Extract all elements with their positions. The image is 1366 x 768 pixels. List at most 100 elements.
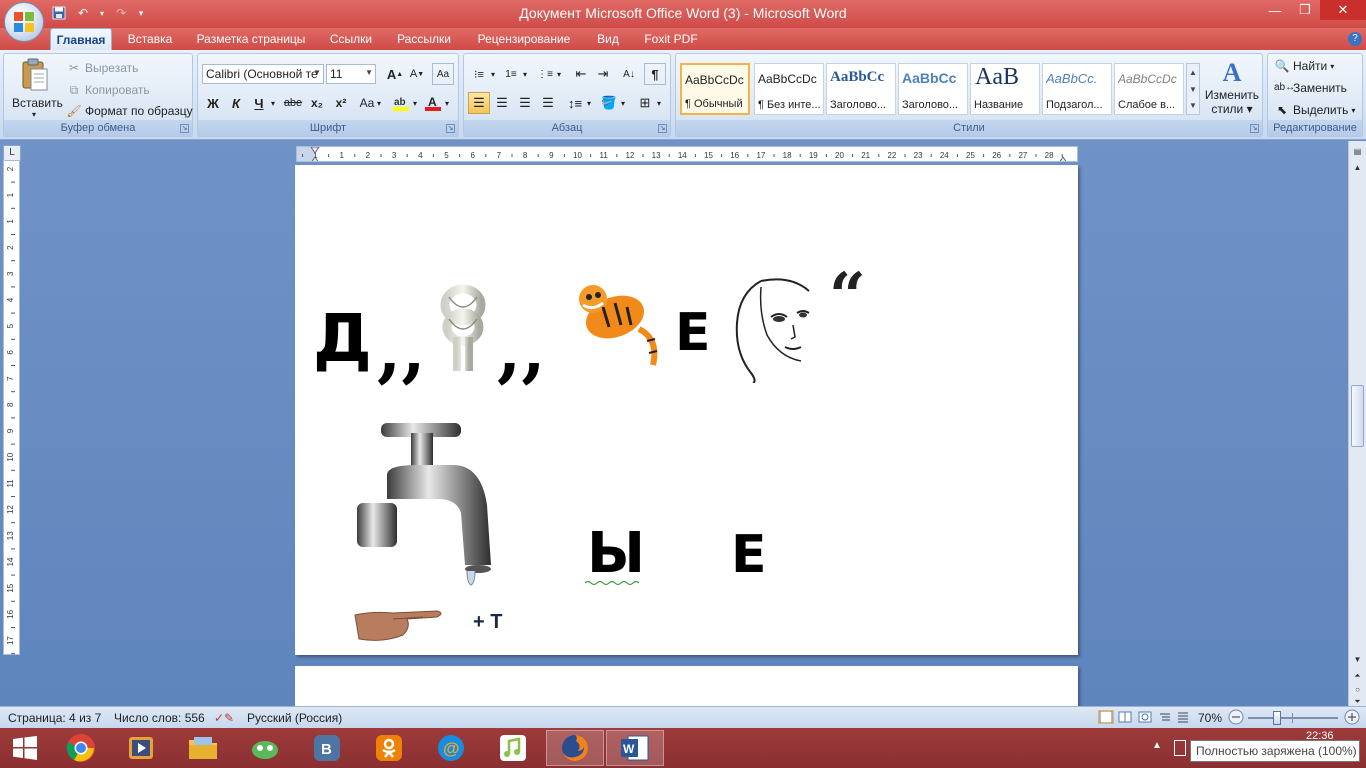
underline-button[interactable]: Ч: [248, 92, 270, 114]
multilevel-dropdown-icon[interactable]: ▾: [554, 63, 564, 85]
word-count[interactable]: Число слов: 556: [114, 711, 205, 725]
view-draft-icon[interactable]: [1176, 710, 1190, 727]
bold-button[interactable]: Ж: [202, 92, 224, 114]
tab-page-layout[interactable]: Разметка страницы: [190, 28, 312, 50]
taskbar-file-explorer[interactable]: [174, 730, 232, 766]
scroll-thumb[interactable]: [1351, 385, 1364, 447]
horizontal-ruler[interactable]: 2112345678910111213141516171819202122232…: [296, 146, 1078, 162]
sort-button[interactable]: A↓: [618, 63, 640, 85]
view-print-layout-icon[interactable]: [1098, 710, 1114, 727]
grow-font-button[interactable]: A ▲: [384, 63, 406, 85]
format-painter-button[interactable]: 🖌 Формат по образцу: [66, 103, 192, 119]
font-launcher-icon[interactable]: ↘: [446, 124, 455, 133]
font-name-dropdown-icon[interactable]: ▼: [313, 68, 321, 77]
page-count[interactable]: Страница: 4 из 7: [8, 711, 101, 725]
underline-dropdown-icon[interactable]: ▾: [268, 92, 278, 114]
align-right-button[interactable]: ☰: [514, 92, 536, 114]
scroll-up-icon[interactable]: ▲: [1351, 163, 1364, 177]
font-color-dropdown-icon[interactable]: ▾: [442, 92, 452, 114]
superscript-button[interactable]: x²: [330, 92, 352, 114]
justify-button[interactable]: ☰: [537, 92, 559, 114]
style-subtle-emphasis[interactable]: AaBbCcDc Слабое в...: [1114, 63, 1184, 115]
document-page[interactable]: Д ,, ,, Е “ Ы Е + Т: [295, 165, 1078, 655]
office-button[interactable]: [4, 2, 44, 42]
proofing-icon[interactable]: ✓✎: [214, 711, 234, 725]
zoom-level[interactable]: 70%: [1198, 711, 1222, 725]
minimize-button[interactable]: —: [1260, 0, 1290, 20]
tab-mailings[interactable]: Рассылки: [390, 28, 458, 50]
increase-indent-button[interactable]: ⇥: [592, 63, 614, 85]
styles-scroll-down-icon[interactable]: ▼: [1187, 81, 1199, 98]
zoom-out-button[interactable]: [1228, 709, 1244, 728]
numbering-dropdown-icon[interactable]: ▾: [520, 63, 530, 85]
bullets-dropdown-icon[interactable]: ▾: [488, 63, 498, 85]
italic-button[interactable]: К: [225, 92, 247, 114]
borders-dropdown-icon[interactable]: ▾: [654, 92, 664, 114]
change-styles-button[interactable]: A Изменить стили ▾: [1204, 58, 1260, 120]
battery-icon[interactable]: [1174, 740, 1186, 756]
style-heading-1[interactable]: AaBbCc Заголово...: [826, 63, 896, 115]
align-center-button[interactable]: ☰: [491, 92, 513, 114]
paragraph-launcher-icon[interactable]: ↘: [658, 124, 667, 133]
shrink-font-button[interactable]: A ▼: [406, 63, 428, 85]
tab-insert[interactable]: Вставка: [120, 28, 180, 50]
zoom-in-button[interactable]: [1344, 709, 1360, 728]
styles-more-icon[interactable]: ▼: [1187, 98, 1199, 114]
help-icon[interactable]: ?: [1348, 32, 1362, 46]
style-no-spacing[interactable]: AaBbCcDc ¶ Без инте...: [754, 63, 824, 115]
language[interactable]: Русский (Россия): [247, 711, 342, 725]
multilevel-list-button[interactable]: ⋮≡: [534, 63, 556, 85]
tab-view[interactable]: Вид: [590, 28, 626, 50]
font-name-combo[interactable]: Calibri (Основной те ▼: [202, 64, 324, 84]
tab-home[interactable]: Главная: [50, 28, 112, 50]
taskbar-vk[interactable]: В: [298, 730, 356, 766]
bullets-button[interactable]: ⁝≡: [468, 63, 490, 85]
clear-formatting-button[interactable]: Aa: [432, 63, 454, 85]
taskbar-chrome[interactable]: [52, 730, 110, 766]
highlight-button[interactable]: ab: [390, 92, 412, 114]
clipboard-launcher-icon[interactable]: ↘: [180, 124, 189, 133]
cut-button[interactable]: ✂ Вырезать: [66, 60, 138, 76]
zoom-slider[interactable]: [1248, 711, 1338, 725]
taskbar-cloud-app[interactable]: [236, 730, 294, 766]
taskbar-media-player[interactable]: [112, 730, 170, 766]
tab-references[interactable]: Ссылки: [322, 28, 380, 50]
maximize-button[interactable]: ❐: [1290, 0, 1320, 20]
taskbar-word[interactable]: W: [606, 730, 664, 766]
numbering-button[interactable]: 1≡: [500, 63, 522, 85]
style-heading-2[interactable]: AaBbCc Заголово...: [898, 63, 968, 115]
close-button[interactable]: ✕: [1320, 0, 1366, 20]
copy-button[interactable]: ⧉ Копировать: [66, 82, 150, 98]
line-spacing-button[interactable]: ↕≡: [564, 92, 586, 114]
select-button[interactable]: ⬉ Выделить ▾: [1274, 102, 1355, 118]
font-size-combo[interactable]: 11 ▼: [326, 64, 376, 84]
vertical-ruler[interactable]: 211234567891011121314151617181920: [3, 160, 20, 733]
tab-review[interactable]: Рецензирование: [468, 28, 580, 50]
strikethrough-button[interactable]: abe: [282, 92, 304, 114]
decrease-indent-button[interactable]: ⇤: [570, 63, 592, 85]
tab-selector-icon[interactable]: L: [3, 145, 21, 161]
change-case-dropdown-icon[interactable]: ▾: [374, 92, 384, 114]
paste-button[interactable]: Вставить ▾: [8, 56, 63, 120]
taskbar-mail-agent[interactable]: @: [422, 730, 480, 766]
font-size-dropdown-icon[interactable]: ▼: [365, 68, 373, 77]
shading-dropdown-icon[interactable]: ▾: [618, 92, 628, 114]
style-normal[interactable]: AaBbCcDc ¶ Обычный: [680, 63, 750, 115]
styles-launcher-icon[interactable]: ↘: [1250, 124, 1259, 133]
find-dropdown-icon[interactable]: ▾: [1330, 62, 1334, 71]
borders-button[interactable]: ⊞: [634, 92, 656, 114]
align-left-button[interactable]: ☰: [468, 92, 490, 114]
taskbar-odnoklassniki[interactable]: [360, 730, 418, 766]
subscript-button[interactable]: x₂: [306, 92, 328, 114]
view-full-screen-icon[interactable]: [1118, 710, 1132, 727]
highlight-dropdown-icon[interactable]: ▾: [410, 92, 420, 114]
vertical-scrollbar[interactable]: ▤ ▲ ▼ ⏶ ○ ⏷: [1348, 141, 1366, 706]
styles-scroll-up-icon[interactable]: ▲: [1187, 64, 1199, 81]
taskbar-music[interactable]: [484, 730, 542, 766]
find-button[interactable]: 🔍 Найти ▾: [1274, 58, 1335, 74]
tab-foxit-pdf[interactable]: Foxit PDF: [636, 28, 706, 50]
replace-button[interactable]: ab↔ Заменить: [1274, 80, 1347, 96]
ruler-toggle-icon[interactable]: ▤: [1351, 147, 1364, 161]
style-title[interactable]: AaB Название: [970, 63, 1040, 115]
tray-show-hidden-icon[interactable]: ▲: [1152, 740, 1162, 751]
